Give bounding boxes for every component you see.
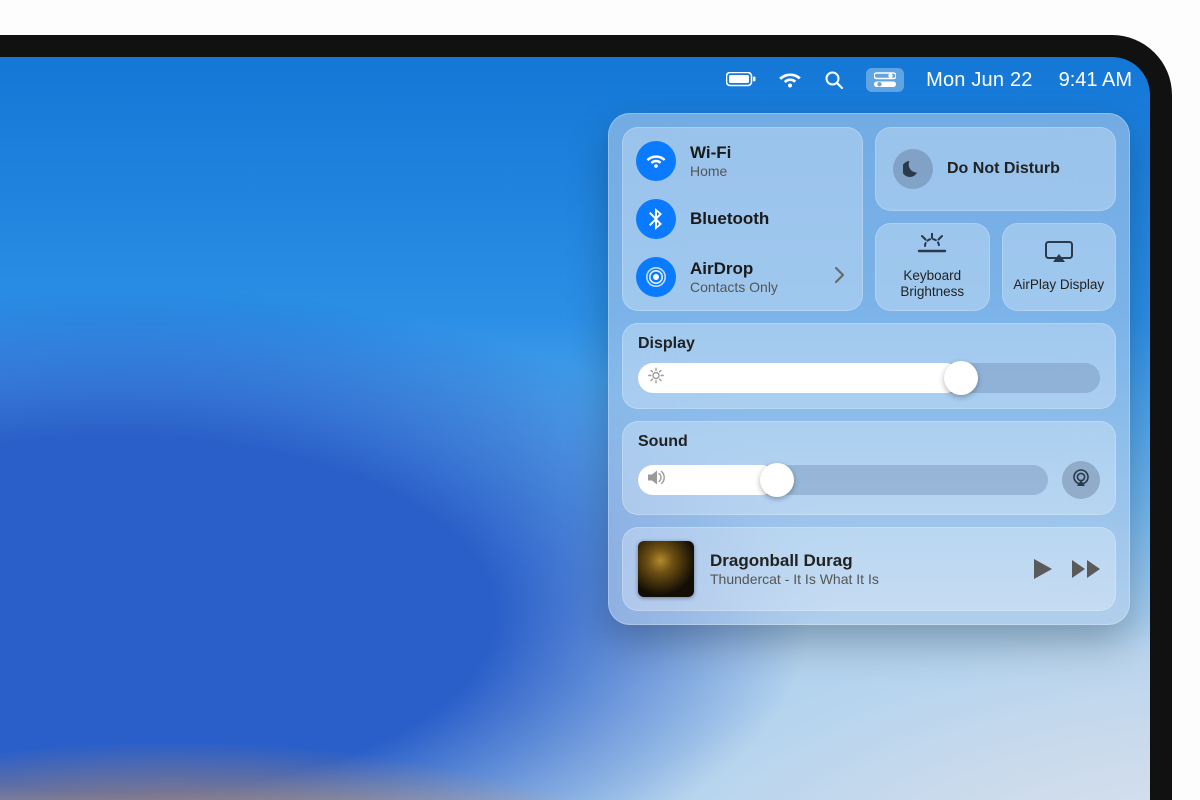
do-not-disturb-toggle[interactable]: Do Not Disturb <box>875 127 1116 211</box>
album-art <box>638 541 694 597</box>
bluetooth-label: Bluetooth <box>690 209 769 229</box>
sound-section-title: Sound <box>638 433 1100 451</box>
control-center-icon[interactable] <box>866 68 904 92</box>
wifi-icon[interactable] <box>778 71 802 89</box>
display-brightness-tile: Display <box>622 323 1116 409</box>
play-button[interactable] <box>1034 559 1052 579</box>
airdrop-status: Contacts Only <box>690 279 778 296</box>
sound-tile: Sound <box>622 421 1116 515</box>
display-section-title: Display <box>638 335 1100 353</box>
keyboard-brightness-icon <box>915 233 949 260</box>
wifi-network-name: Home <box>690 163 731 180</box>
sun-icon <box>648 368 664 389</box>
menu-bar: Mon Jun 22 9:41 AM <box>0 57 1150 103</box>
moon-icon <box>893 149 933 189</box>
dnd-label: Do Not Disturb <box>947 160 1060 177</box>
wifi-icon <box>636 141 676 181</box>
keyboard-brightness-label: Keyboard Brightness <box>881 268 984 299</box>
bluetooth-icon <box>636 199 676 239</box>
menubar-time[interactable]: 9:41 AM <box>1059 69 1132 92</box>
connectivity-tile: Wi-Fi Home Bluetooth <box>622 127 863 311</box>
now-playing-tile[interactable]: Dragonball Durag Thundercat - It Is What… <box>622 527 1116 611</box>
wifi-label: Wi-Fi <box>690 143 731 163</box>
menubar-date[interactable]: Mon Jun 22 <box>926 69 1033 92</box>
now-playing-artist: Thundercat - It Is What It Is <box>710 571 1018 587</box>
audio-output-button[interactable] <box>1062 461 1100 499</box>
battery-icon[interactable] <box>726 72 756 88</box>
mini-controls-row: Keyboard Brightness AirPlay Display <box>875 223 1116 311</box>
airplay-audio-icon <box>1071 468 1091 493</box>
airdrop-icon <box>636 257 676 297</box>
airplay-icon <box>1044 240 1074 269</box>
spotlight-search-icon[interactable] <box>824 70 844 90</box>
laptop-bezel: Mon Jun 22 9:41 AM Wi-Fi Home <box>0 35 1172 800</box>
bluetooth-toggle[interactable]: Bluetooth <box>636 199 849 239</box>
wifi-toggle[interactable]: Wi-Fi Home <box>636 141 849 181</box>
chevron-right-icon[interactable] <box>835 267 845 288</box>
next-track-button[interactable] <box>1072 560 1100 578</box>
display-brightness-slider[interactable] <box>638 363 1100 393</box>
speaker-icon <box>648 470 666 491</box>
airdrop-toggle[interactable]: AirDrop Contacts Only <box>636 257 849 297</box>
screen: Mon Jun 22 9:41 AM Wi-Fi Home <box>0 57 1150 800</box>
airplay-display-label: AirPlay Display <box>1013 277 1104 293</box>
airplay-display-button[interactable]: AirPlay Display <box>1002 223 1117 311</box>
airdrop-label: AirDrop <box>690 259 778 279</box>
now-playing-title: Dragonball Durag <box>710 551 1018 571</box>
keyboard-brightness-button[interactable]: Keyboard Brightness <box>875 223 990 311</box>
sound-volume-slider[interactable] <box>638 465 1048 495</box>
control-center-panel: Wi-Fi Home Bluetooth <box>608 113 1130 625</box>
screen-outer: Mon Jun 22 9:41 AM Wi-Fi Home <box>0 57 1150 800</box>
